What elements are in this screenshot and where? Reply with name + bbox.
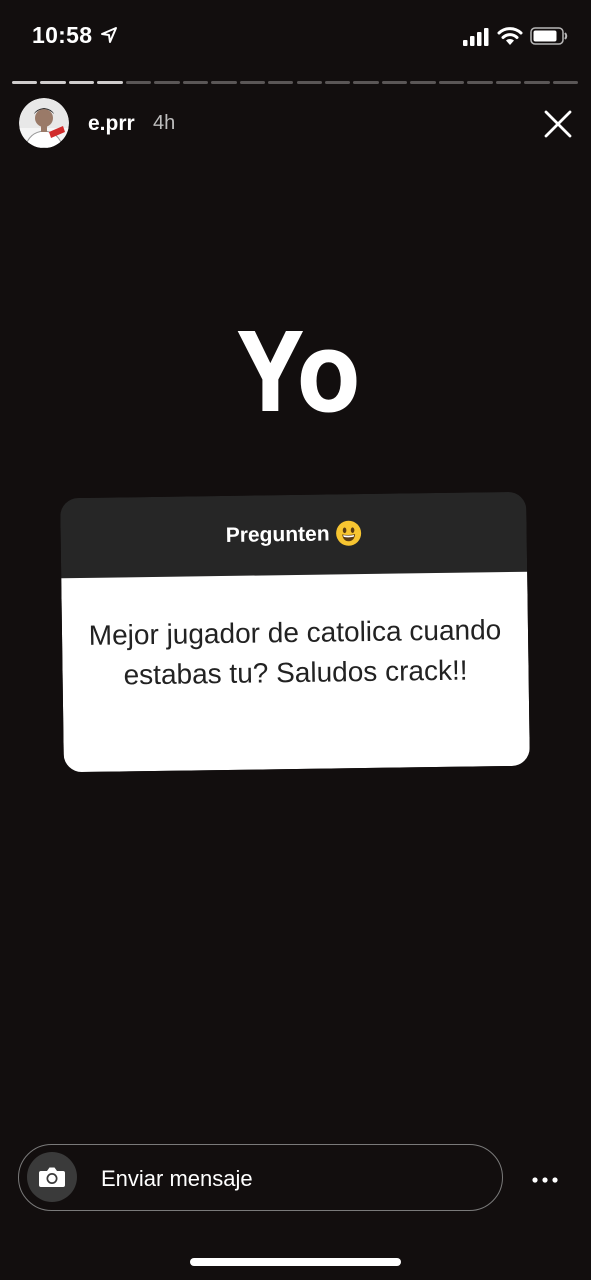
- location-arrow-icon: [101, 27, 117, 43]
- more-options-icon[interactable]: [530, 1170, 560, 1190]
- username[interactable]: e.prr: [88, 112, 135, 136]
- status-bar: 10:58: [0, 0, 591, 70]
- progress-segment: [495, 81, 522, 84]
- progress-segment: [524, 81, 550, 84]
- progress-segment: [211, 81, 237, 84]
- progress-segment: [324, 81, 351, 84]
- message-bar[interactable]: Enviar mensaje: [18, 1144, 503, 1211]
- question-sticker-header: Pregunten: [60, 491, 528, 579]
- progress-segment: [12, 81, 38, 84]
- camera-button[interactable]: [27, 1152, 77, 1202]
- progress-segment: [410, 81, 436, 84]
- progress-segment: [182, 81, 209, 84]
- wifi-icon: [497, 27, 523, 45]
- question-sticker: Pregunten Mejor jugador de catolica cuan…: [60, 491, 530, 773]
- progress-segment: [154, 81, 180, 84]
- camera-icon: [39, 1167, 65, 1187]
- question-answer-text: Mejor jugador de catolica cuando estabas…: [88, 614, 502, 691]
- progress-segment: [68, 81, 95, 84]
- smiling-face-icon: [336, 520, 362, 546]
- progress-segment: [438, 81, 465, 84]
- story-overlay-text: Yo: [237, 309, 361, 437]
- story-time-ago: 4h: [153, 112, 176, 134]
- progress-segment: [40, 81, 66, 84]
- home-indicator: [190, 1258, 401, 1266]
- progress-segment: [239, 81, 266, 84]
- question-sticker-title-row: Pregunten: [60, 518, 526, 551]
- close-icon[interactable]: [538, 104, 578, 144]
- progress-segment: [467, 81, 493, 84]
- story-progress: [12, 81, 578, 85]
- progress-segment: [97, 81, 123, 84]
- status-time: 10:58: [32, 22, 93, 48]
- avatar[interactable]: [19, 98, 69, 148]
- progress-segment: [296, 81, 322, 84]
- question-sticker-body: Mejor jugador de catolica cuando estabas…: [61, 571, 530, 773]
- progress-segment: [268, 81, 294, 84]
- cellular-signal-icon: [463, 28, 489, 46]
- progress-segment: [125, 81, 152, 84]
- question-sticker-title: Pregunten: [225, 522, 330, 547]
- battery-icon: [530, 27, 568, 45]
- progress-segment: [353, 81, 379, 84]
- message-input[interactable]: Enviar mensaje: [101, 1166, 253, 1192]
- progress-segment: [552, 81, 578, 84]
- progress-segment: [381, 81, 408, 84]
